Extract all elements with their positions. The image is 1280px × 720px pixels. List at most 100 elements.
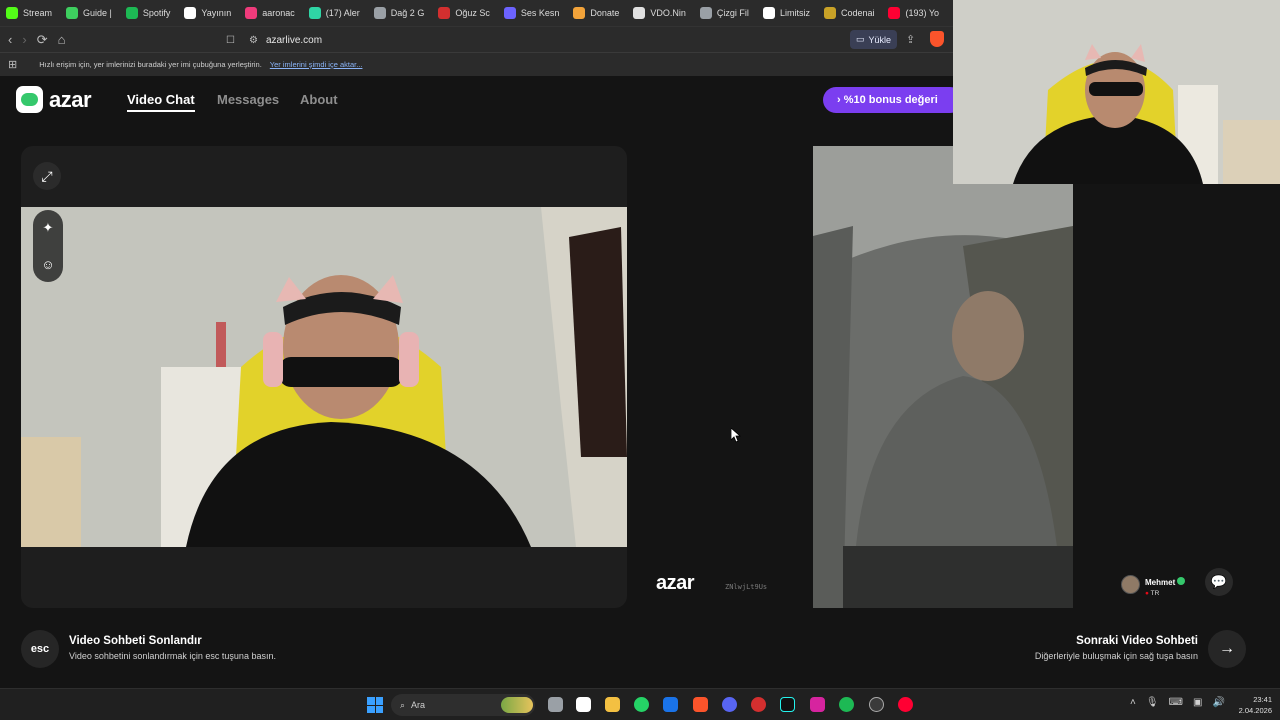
remote-video-feed (813, 146, 1073, 608)
bookmark-item[interactable]: Yayının (184, 7, 231, 19)
avatar (1121, 575, 1140, 594)
search-icon: ⌕ (400, 699, 406, 710)
bookmark-item[interactable]: (193) Yo (888, 7, 939, 19)
browser-toolbar: ‹ › ⟳ ⌂ ☐ ⚙ azarlive.com ▭ Yükle ⇪ (0, 26, 953, 52)
end-chat-button[interactable]: esc (21, 630, 59, 668)
bookmark-favicon-icon (888, 7, 901, 19)
bookmark-item[interactable]: Stream (6, 7, 52, 19)
self-video-image (21, 207, 627, 547)
bookmark-item[interactable]: Donate (573, 7, 619, 19)
brave-shield-icon[interactable] (930, 31, 944, 47)
url-text[interactable]: azarlive.com (266, 35, 322, 46)
spotify-icon[interactable] (839, 697, 854, 712)
bonus-button[interactable]: › %10 bonus değeri (823, 87, 963, 113)
flag-icon: ● (1145, 590, 1149, 597)
bookmark-label: Spotify (142, 8, 171, 18)
clock[interactable]: 23:41 2.04.2026 (1232, 694, 1272, 716)
bookmark-item[interactable]: VDO.Nin (633, 7, 686, 19)
bookmark-label: Ses Kesn (520, 8, 560, 18)
tab-video-chat[interactable]: Video Chat (127, 92, 195, 107)
share-icon[interactable]: ⇪ (906, 33, 915, 46)
remote-video-image (813, 146, 1073, 608)
bookmark-item[interactable]: Limitsiz (762, 7, 810, 19)
clock-date: 2.04.2026 (1238, 706, 1272, 715)
store-icon[interactable] (576, 697, 591, 712)
self-video-feed (21, 207, 627, 547)
vpn-icon[interactable] (751, 697, 766, 712)
self-video-panel: ⤢ ✦ ☺ (21, 146, 627, 608)
import-bookmarks-link[interactable]: Yer imlerini şimdi içe aktar... (270, 60, 363, 69)
bookmark-item[interactable]: Dağ 2 G (373, 7, 424, 19)
mail-icon[interactable] (663, 697, 678, 712)
azar-logo[interactable]: azar (16, 86, 92, 113)
azar-logo-text: azar (49, 86, 92, 112)
system-tray: ˄ 🎙 ⌨ ▣ 🔊 (1130, 697, 1225, 708)
peer-info[interactable]: Mehmet ● TR (1121, 572, 1186, 597)
bookmark-item[interactable]: aaronac (245, 7, 295, 19)
microphone-icon[interactable]: 🎙 (1146, 697, 1159, 708)
bookmark-label: Limitsiz (779, 8, 810, 18)
next-chat-subtitle: Diğerleriyle buluşmak için sağ tuşa bası… (1034, 651, 1198, 661)
volume-icon[interactable]: 🔊 (1212, 697, 1224, 708)
bookmark-favicon-icon (6, 7, 18, 19)
mouse-cursor-icon (731, 428, 741, 443)
chat-bubble-icon[interactable]: 💬 (1205, 568, 1233, 596)
brave-browser-icon[interactable] (693, 697, 708, 712)
tiktok-icon[interactable] (780, 697, 795, 712)
apps-grid-icon[interactable]: ⊞ (8, 58, 17, 71)
effects-toolbar: ✦ ☺ (33, 210, 63, 282)
session-id: ZNlwjLt9Us (725, 583, 768, 591)
tab-messages[interactable]: Messages (217, 92, 279, 107)
next-chat-button[interactable]: → (1208, 630, 1246, 668)
bookmark-item[interactable]: Codenai (823, 7, 875, 19)
taskbar: ⌕ Ara ˄ 🎙 ⌨ ▣ 🔊 23:41 2.04.2026 (0, 688, 1280, 720)
youtube-icon[interactable] (898, 697, 913, 712)
file-explorer-icon[interactable] (605, 697, 620, 712)
azar-watermark: azar (656, 572, 695, 594)
discord-icon[interactable] (722, 697, 737, 712)
bookmark-item[interactable]: Ses Kesn (503, 7, 560, 19)
upload-button[interactable]: ▭ Yükle (850, 30, 898, 49)
bookmark-label: Oğuz Sc (455, 8, 490, 18)
forward-icon[interactable]: › (22, 32, 26, 48)
windows-start-icon[interactable] (367, 697, 383, 713)
bookmark-favicon-icon (125, 7, 138, 19)
bookmark-label: Donate (590, 8, 620, 18)
expand-icon[interactable]: ⤢ (33, 162, 61, 190)
bookmark-icon[interactable]: ☐ (226, 35, 235, 46)
home-icon[interactable]: ⌂ (58, 32, 66, 48)
bookmark-favicon-icon (184, 7, 197, 19)
reload-icon[interactable]: ⟳ (37, 32, 48, 48)
bookmark-label: Guide | (83, 8, 112, 18)
peer-name: Mehmet (1145, 578, 1176, 587)
network-icon[interactable]: ▣ (1193, 697, 1202, 708)
site-info-icon[interactable]: ⚙ (249, 35, 258, 46)
whatsapp-icon[interactable] (634, 697, 649, 712)
bookmark-favicon-icon (308, 7, 321, 19)
keyboard-icon[interactable]: ⌨ (1169, 697, 1183, 708)
bookmark-favicon-icon (823, 7, 836, 19)
address-bar[interactable]: ☐ ⚙ azarlive.com (226, 30, 846, 50)
bookmark-favicon-icon (438, 7, 451, 19)
upload-label: Yükle (868, 34, 892, 45)
back-icon[interactable]: ‹ (8, 32, 12, 48)
sticker-icon[interactable]: ☺ (41, 257, 54, 272)
bookmark-item[interactable]: Guide | (66, 7, 112, 19)
bookmark-item[interactable]: Spotify (125, 7, 171, 19)
bookmark-label: Çizgi Fil (716, 8, 749, 18)
task-view-icon[interactable] (548, 697, 563, 712)
magic-wand-icon[interactable]: ✦ (43, 220, 54, 236)
bookmark-item[interactable]: (17) Aler (308, 7, 360, 19)
bookmark-favicon-icon (245, 7, 258, 19)
obs-icon[interactable] (869, 697, 884, 712)
taskbar-search[interactable]: ⌕ Ara (391, 694, 535, 716)
bookmark-label: Codenai (840, 8, 875, 18)
tab-about[interactable]: About (300, 92, 338, 107)
bookmark-favicon-icon (573, 7, 586, 19)
bookmark-item[interactable]: Çizgi Fil (699, 7, 749, 19)
instagram-icon[interactable] (810, 697, 825, 712)
bookmark-item[interactable]: Oğuz Sc (438, 7, 490, 19)
bookmark-label: (17) Aler (325, 8, 360, 18)
webcam-overlay (953, 0, 1280, 184)
chevron-up-icon[interactable]: ˄ (1130, 697, 1136, 708)
